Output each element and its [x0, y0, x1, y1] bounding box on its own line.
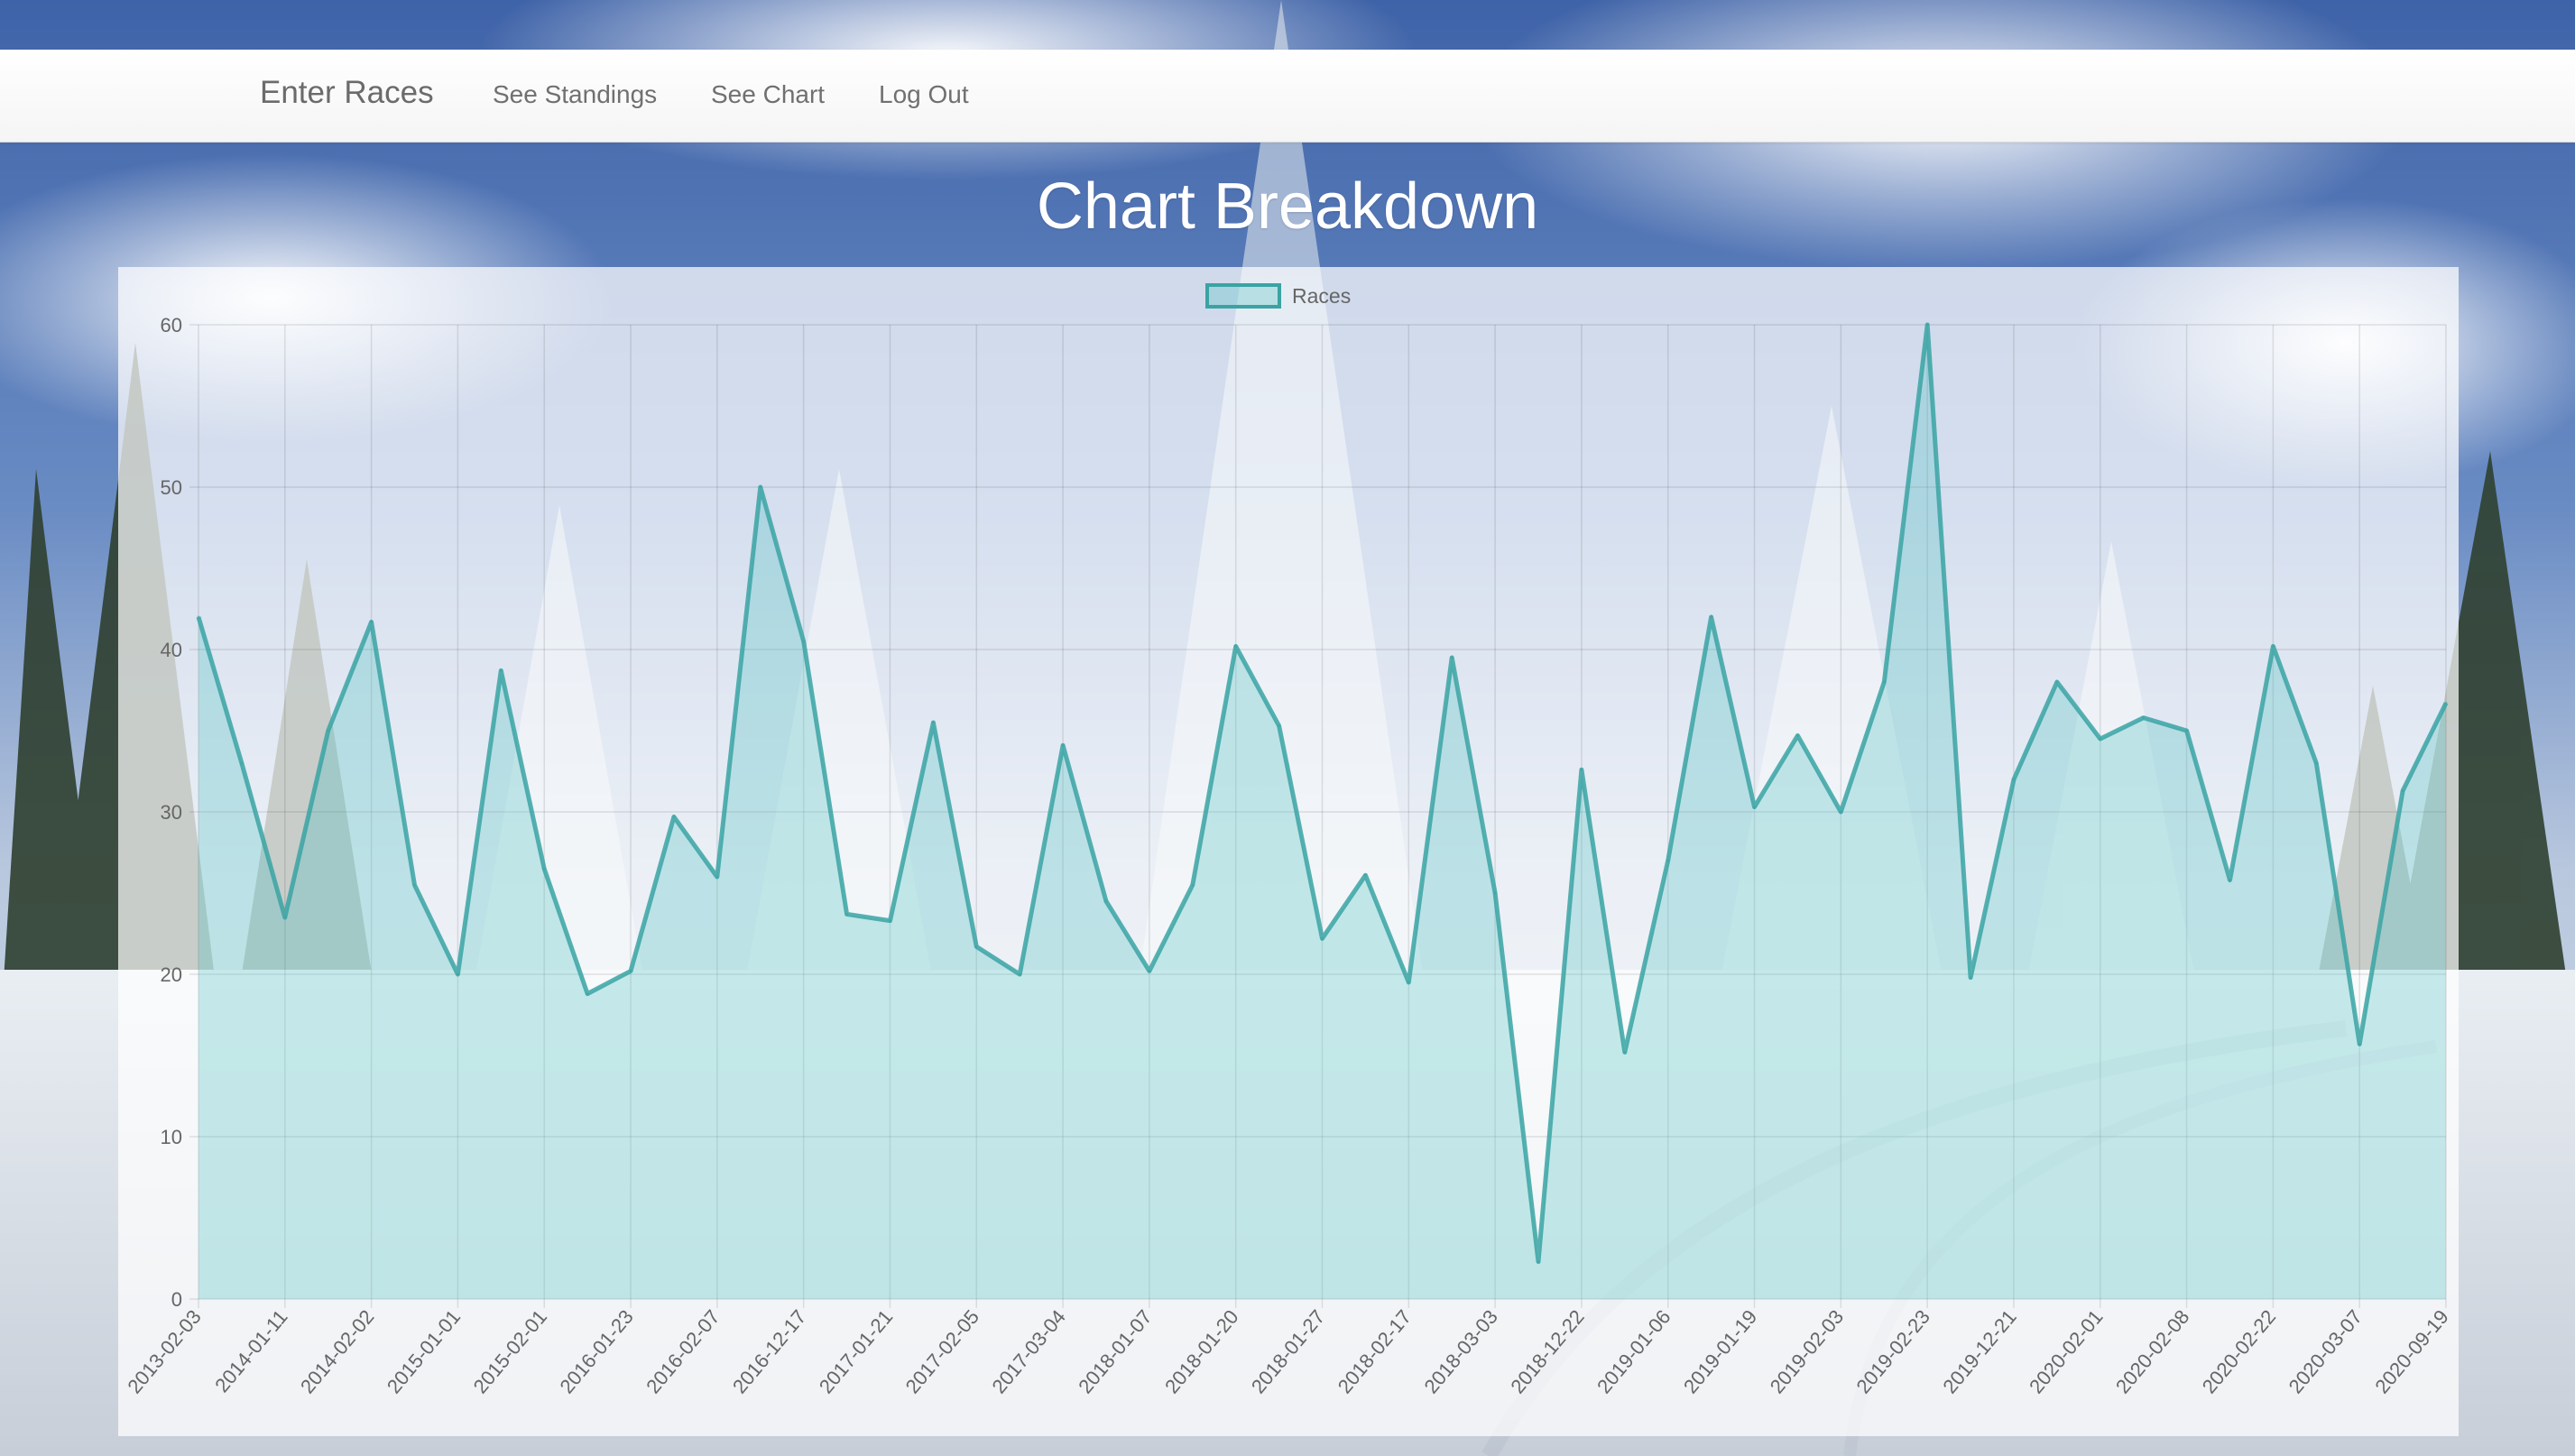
data-point — [2358, 1042, 2361, 1046]
data-point — [2314, 761, 2318, 765]
x-tick-label: 2016-12-17 — [728, 1305, 810, 1397]
x-tick-label: 2014-02-02 — [296, 1305, 378, 1397]
races-line-chart: 0 10 20 30 40 50 60 2013-02-03 2014-01-11 2014-0… — [123, 283, 2453, 1397]
data-point — [2142, 716, 2146, 720]
nav-brand-enter-races[interactable]: Enter Races — [260, 75, 434, 111]
data-point — [1753, 806, 1757, 809]
data-point — [499, 668, 503, 672]
data-point — [2012, 778, 2016, 781]
x-tick-label: 2020-03-07 — [2284, 1305, 2367, 1397]
nav-link-see-chart[interactable]: See Chart — [711, 80, 825, 109]
y-tick-label: 50 — [161, 476, 182, 499]
data-point — [1363, 873, 1367, 877]
data-point — [1234, 644, 1238, 648]
x-tick-label: 2020-02-22 — [2198, 1305, 2280, 1397]
data-point — [2444, 701, 2448, 705]
data-point — [1493, 891, 1497, 895]
data-point — [2401, 789, 2404, 793]
legend-label: Races — [1292, 284, 1351, 308]
x-tick-label: 2015-01-01 — [383, 1305, 465, 1397]
data-point — [1882, 680, 1886, 684]
data-point — [327, 729, 330, 733]
data-point — [197, 615, 200, 619]
data-point — [586, 992, 589, 996]
data-point — [1191, 883, 1195, 887]
x-tick-label: 2017-01-21 — [815, 1305, 897, 1397]
data-point — [715, 875, 719, 879]
data-point — [2271, 644, 2275, 648]
data-point — [240, 761, 244, 765]
chart-panel: 0 10 20 30 40 50 60 2013-02-03 2014-01-11 2014-0… — [118, 267, 2459, 1436]
y-tick-label: 20 — [161, 963, 182, 986]
data-point — [672, 815, 676, 818]
x-tick-label: 2019-02-23 — [1851, 1305, 1934, 1397]
data-point — [629, 969, 632, 972]
x-tick-label: 2019-01-06 — [1592, 1305, 1675, 1397]
x-tick-label: 2020-02-01 — [2025, 1305, 2107, 1397]
data-point — [1580, 768, 1583, 771]
x-tick-label: 2018-01-27 — [1247, 1305, 1329, 1397]
x-tick-label: 2016-02-07 — [641, 1305, 724, 1397]
x-tick-label: 2018-01-20 — [1160, 1305, 1242, 1397]
x-tick-label: 2016-01-23 — [555, 1305, 637, 1397]
data-point — [456, 972, 459, 976]
data-point — [1537, 1260, 1540, 1264]
x-tick-label: 2020-09-19 — [2370, 1305, 2452, 1397]
data-point — [931, 721, 935, 724]
x-tick-label: 2014-01-11 — [210, 1305, 291, 1396]
data-point — [1321, 936, 1324, 940]
data-point — [759, 485, 762, 489]
y-tick-label: 30 — [161, 801, 182, 824]
data-point — [1061, 743, 1065, 747]
data-point — [1925, 323, 1929, 327]
data-point — [1450, 656, 1454, 659]
x-tick-label: 2018-01-07 — [1074, 1305, 1156, 1397]
data-point — [1795, 733, 1799, 737]
data-point — [2228, 879, 2231, 882]
data-point — [283, 916, 287, 919]
data-point — [2099, 737, 2102, 741]
y-tick-label: 0 — [171, 1288, 182, 1311]
x-tick-label: 2018-03-03 — [1419, 1305, 1501, 1397]
data-point — [1104, 899, 1108, 903]
data-point — [1623, 1050, 1627, 1054]
y-tick-label: 40 — [161, 639, 182, 661]
x-tick-label: 2018-12-22 — [1506, 1305, 1588, 1397]
top-navbar: Enter Races See Standings See Chart Log … — [0, 50, 2575, 143]
data-point — [1969, 976, 1972, 980]
x-tick-label: 2015-02-01 — [469, 1305, 551, 1397]
data-point — [2185, 729, 2189, 733]
legend-swatch — [1205, 283, 1281, 309]
nav-link-log-out[interactable]: Log Out — [879, 80, 969, 109]
nav-link-see-standings[interactable]: See Standings — [493, 80, 657, 109]
x-tick-label: 2017-02-05 — [901, 1305, 983, 1397]
data-point — [1148, 969, 1151, 972]
data-point — [1278, 724, 1281, 728]
x-tick-label: 2018-02-17 — [1334, 1305, 1416, 1397]
data-point — [542, 867, 546, 871]
data-point — [370, 620, 374, 623]
y-tick-label: 10 — [161, 1126, 182, 1148]
data-point — [1018, 972, 1021, 976]
x-tick-label: 2017-03-04 — [987, 1305, 1069, 1397]
y-tick-label: 60 — [161, 314, 182, 336]
page-title: Chart Breakdown — [1036, 170, 1539, 243]
data-point — [413, 883, 417, 887]
data-point — [1839, 810, 1842, 814]
x-tick-label: 2019-01-19 — [1679, 1305, 1761, 1397]
data-point — [1666, 859, 1670, 862]
data-point — [974, 945, 978, 948]
x-tick-label: 2019-12-21 — [1938, 1305, 2020, 1397]
data-point — [2055, 680, 2059, 684]
data-point — [845, 912, 849, 916]
x-tick-label: 2020-02-08 — [2111, 1305, 2193, 1397]
data-point — [1710, 615, 1713, 619]
data-point — [888, 919, 891, 923]
data-point — [1407, 981, 1410, 984]
x-tick-label: 2019-02-03 — [1766, 1305, 1848, 1397]
data-point — [802, 640, 806, 643]
x-tick-label: 2013-02-03 — [123, 1305, 205, 1397]
